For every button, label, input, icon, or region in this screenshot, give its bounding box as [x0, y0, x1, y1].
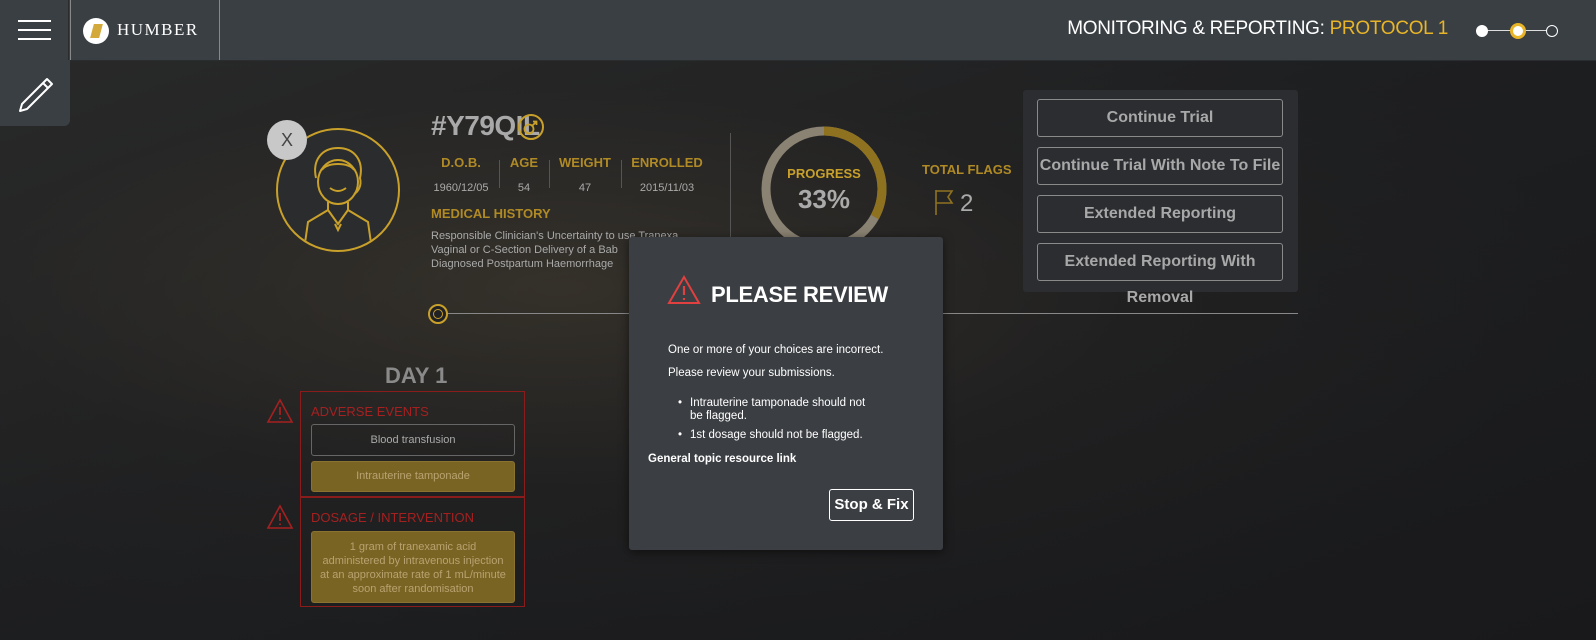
continue-trial-note-button[interactable]: Continue Trial With Note To File: [1037, 147, 1283, 185]
progress-label: PROGRESS: [787, 166, 861, 181]
stepper-step-2[interactable]: [1510, 23, 1526, 39]
total-flags-count: 2: [960, 190, 974, 217]
stat-value: 2015/11/03: [639, 182, 695, 194]
menu-button[interactable]: [0, 0, 69, 60]
modal-message: Please review your submissions.: [668, 367, 835, 379]
edit-button[interactable]: [0, 60, 70, 126]
stat-value: 1960/12/05: [433, 182, 489, 194]
stat-label: AGE: [509, 155, 539, 170]
stat-dob: D.O.B. 1960/12/05: [430, 155, 492, 194]
flag-icon: [935, 190, 954, 215]
modal-bullet: Intrauterine tamponade should not: [678, 396, 865, 410]
divider: [549, 160, 550, 188]
adverse-events-panel: ADVERSE EVENTS Blood transfusion Intraut…: [300, 391, 525, 497]
close-patient-button[interactable]: X: [267, 120, 307, 160]
continue-trial-button[interactable]: Continue Trial: [1037, 99, 1283, 137]
day-label: DAY 1: [385, 363, 448, 388]
event-chip-blood-transfusion[interactable]: Blood transfusion: [311, 424, 515, 456]
brand-name: HUMBER: [117, 20, 199, 39]
warning-icon: [266, 398, 294, 423]
menu-icon-line: [18, 38, 51, 40]
stat-label: WEIGHT: [559, 155, 611, 170]
modal-bullet: 1st dosage should not be flagged.: [678, 428, 863, 442]
modal-bullet-continuation: be flagged.: [690, 410, 747, 422]
stat-label: D.O.B.: [441, 155, 481, 170]
stat-label: ENROLLED: [631, 155, 703, 170]
protocol-stepper: [1476, 23, 1558, 39]
dosage-chip[interactable]: 1 gram of tranexamic acid administered b…: [311, 531, 515, 603]
menu-icon-line: [18, 29, 51, 31]
stop-fix-button[interactable]: Stop & Fix: [829, 489, 914, 521]
divider: [621, 160, 622, 188]
top-bar: HUMBER MONITORING & REPORTING: PROTOCOL …: [0, 0, 1596, 61]
modal-title: PLEASE REVIEW: [711, 282, 889, 307]
dosage-panel: DOSAGE / INTERVENTION 1 gram of tranexam…: [300, 497, 525, 607]
dosage-title: DOSAGE / INTERVENTION: [311, 510, 475, 525]
medical-history-title: MEDICAL HISTORY: [431, 206, 551, 221]
menu-icon-line: [18, 20, 51, 22]
male-icon: [518, 114, 544, 140]
review-modal: PLEASE REVIEW One or more of your choice…: [629, 237, 943, 550]
stepper-step-1[interactable]: [1476, 25, 1488, 37]
stat-age: AGE 54: [506, 155, 542, 194]
pencil-icon: [19, 78, 53, 112]
stat-value: 47: [578, 182, 592, 194]
modal-message: One or more of your choices are incorrec…: [668, 344, 884, 356]
divider: [499, 160, 500, 188]
stepper-step-3[interactable]: [1546, 25, 1558, 37]
total-flags-label: TOTAL FLAGS: [922, 162, 1012, 177]
humber-logo-icon: [83, 18, 109, 44]
timeline-node[interactable]: [428, 304, 448, 324]
extended-reporting-removal-button[interactable]: Extended Reporting With Removal: [1037, 243, 1283, 306]
event-chip-intrauterine-tamponade[interactable]: Intrauterine tamponade: [311, 461, 515, 492]
progress-value: 33%: [797, 184, 851, 214]
resource-link[interactable]: General topic resource link: [648, 453, 796, 465]
extended-reporting-button[interactable]: Extended Reporting: [1037, 195, 1283, 233]
stat-enrolled: ENROLLED 2015/11/03: [629, 155, 705, 194]
adverse-events-title: ADVERSE EVENTS: [311, 404, 429, 419]
stat-value: 54: [517, 182, 531, 194]
brand-logo[interactable]: HUMBER: [70, 0, 220, 60]
page-title: MONITORING & REPORTING: PROTOCOL 1: [1067, 18, 1448, 40]
warning-icon: [266, 504, 294, 529]
stat-weight: WEIGHT 47: [556, 155, 614, 194]
page-title-prefix: MONITORING & REPORTING:: [1067, 18, 1330, 39]
protocol-name: PROTOCOL 1: [1329, 18, 1449, 39]
divider: [730, 133, 731, 243]
actions-panel: Continue Trial Continue Trial With Note …: [1023, 90, 1298, 306]
warning-icon: [667, 275, 701, 304]
